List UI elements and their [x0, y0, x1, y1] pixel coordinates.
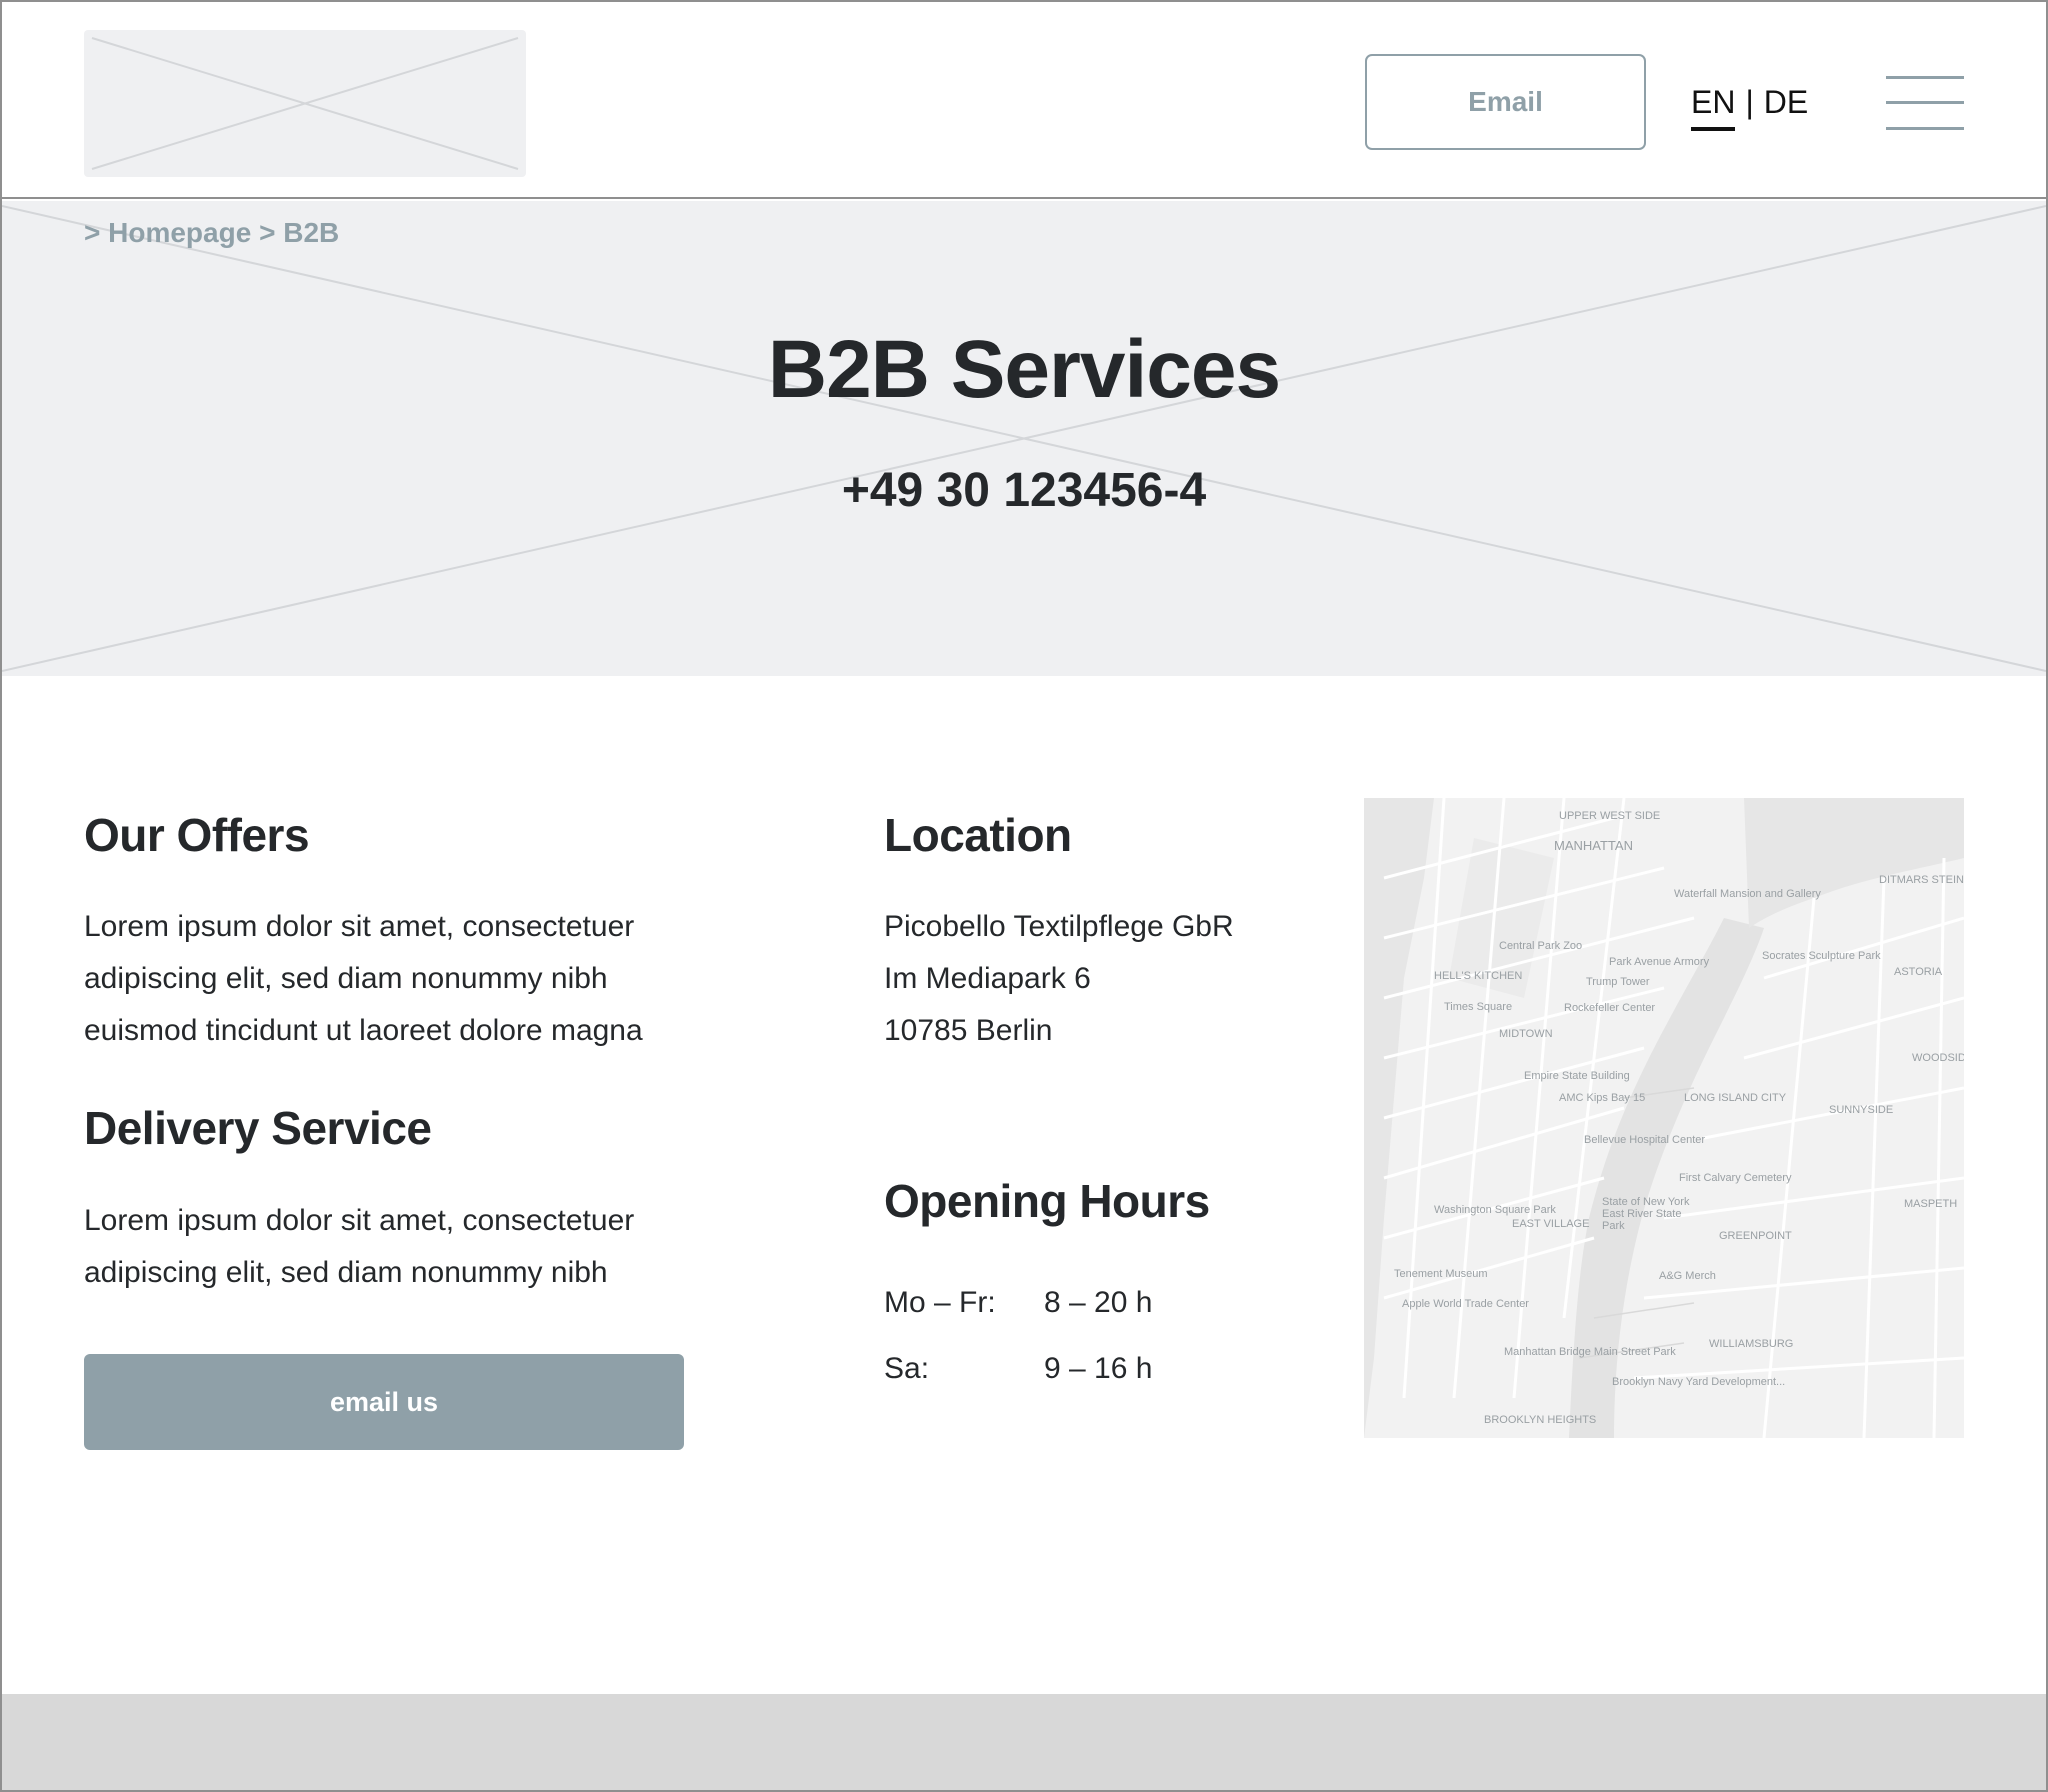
map-label: WOODSIDE	[1912, 1052, 1964, 1064]
delivery-heading: Delivery Service	[84, 1102, 432, 1154]
map-label: Brooklyn Navy Yard Development...	[1612, 1376, 1786, 1388]
offers-heading: Our Offers	[84, 809, 310, 861]
map-label: GREENPOINT	[1719, 1230, 1792, 1242]
map-label: EAST VILLAGE	[1512, 1218, 1590, 1230]
lang-de-link[interactable]: DE	[1764, 84, 1808, 121]
offers-line: euismod tincidunt ut laoreet dolore magn…	[84, 1014, 643, 1047]
address-city: 10785 Berlin	[884, 1014, 1053, 1047]
hero-banner: > Homepage > B2B B2B Services +49 30 123…	[2, 201, 2046, 676]
offers-line: Lorem ipsum dolor sit amet, consectetuer	[84, 910, 635, 943]
breadcrumb-b2b-link[interactable]: B2B	[283, 217, 339, 248]
location-map[interactable]: MANHATTAN UPPER WEST SIDE Waterfall Mans…	[1364, 798, 1964, 1438]
map-label: ASTORIA	[1894, 966, 1943, 978]
hero-image-placeholder	[2, 205, 2046, 672]
map-label: BROOKLYN HEIGHTS	[1484, 1414, 1597, 1426]
map-label: DITMARS STEINWAY	[1879, 874, 1964, 886]
map-label: A&G Merch	[1659, 1270, 1716, 1282]
map-label: State of New York East River State Park	[1602, 1196, 1690, 1232]
logo-placeholder[interactable]	[84, 30, 526, 177]
hours-time-saturday: 9 – 16 h	[1044, 1352, 1153, 1385]
map-label: UPPER WEST SIDE	[1559, 810, 1661, 822]
map-label: MIDTOWN	[1499, 1028, 1553, 1040]
map-label: HELL'S KITCHEN	[1434, 970, 1523, 982]
map-label: Bellevue Hospital Center	[1584, 1134, 1706, 1146]
page-title: B2B Services	[767, 324, 1281, 415]
site-header: Email EN | DE	[2, 2, 2046, 199]
map-label: First Calvary Cemetery	[1679, 1172, 1792, 1184]
map-label: Apple World Trade Center	[1402, 1298, 1529, 1310]
map-label: LONG ISLAND CITY	[1684, 1092, 1787, 1104]
map-label: Park Avenue Armory	[1609, 956, 1710, 968]
lang-separator: |	[1745, 84, 1754, 120]
offers-line: adipiscing elit, sed diam nonummy nibh	[84, 962, 608, 995]
lang-en-link[interactable]: EN	[1691, 84, 1736, 131]
breadcrumb-homepage-link[interactable]: Homepage	[108, 217, 251, 248]
breadcrumb: > Homepage > B2B	[84, 217, 339, 249]
map-label: SUNNYSIDE	[1829, 1104, 1894, 1116]
offers-text: Lorem ipsum dolor sit amet, consectetuer…	[84, 901, 643, 1057]
hours-day-saturday: Sa:	[884, 1352, 930, 1385]
opening-hours-heading: Opening Hours	[884, 1175, 1210, 1227]
map-label: Washington Square Park	[1434, 1204, 1556, 1216]
map-label: Times Square	[1444, 1001, 1513, 1013]
language-switcher: EN | DE	[1691, 84, 1808, 132]
email-button[interactable]: Email	[1365, 54, 1646, 150]
breadcrumb-separator: >	[259, 217, 276, 248]
map-label: MANHATTAN	[1554, 838, 1633, 853]
hours-time-weekdays: 8 – 20 h	[1044, 1286, 1153, 1319]
address-company: Picobello Textilpflege GbR	[884, 910, 1234, 943]
menu-icon[interactable]	[1886, 76, 1964, 132]
map-label: AMC Kips Bay 15	[1559, 1092, 1646, 1104]
delivery-line: adipiscing elit, sed diam nonummy nibh	[84, 1256, 608, 1289]
address-street: Im Mediapark 6	[884, 962, 1091, 995]
map-label: Socrates Sculpture Park	[1762, 950, 1881, 962]
map-label: Tenement Museum	[1394, 1268, 1488, 1280]
map-label: WILLIAMSBURG	[1709, 1338, 1794, 1350]
hours-day-weekdays: Mo – Fr:	[884, 1286, 996, 1319]
phone-number[interactable]: +49 30 123456-4	[2, 463, 2046, 518]
delivery-text: Lorem ipsum dolor sit amet, consectetuer…	[84, 1195, 634, 1299]
map-label: Manhattan Bridge Main Street Park	[1504, 1346, 1676, 1358]
map-label: Rockefeller Center	[1564, 1002, 1656, 1014]
map-label: Central Park Zoo	[1499, 940, 1583, 952]
site-footer	[2, 1694, 2046, 1790]
map-label: Trump Tower	[1586, 976, 1650, 988]
map-label: Waterfall Mansion and Gallery	[1674, 888, 1821, 900]
map-graphic	[1364, 798, 1964, 1438]
location-heading: Location	[884, 809, 1072, 861]
delivery-line: Lorem ipsum dolor sit amet, consectetuer	[84, 1204, 635, 1237]
map-label: Empire State Building	[1524, 1070, 1630, 1082]
email-us-button[interactable]: email us	[84, 1354, 684, 1450]
map-label: MASPETH	[1904, 1198, 1958, 1210]
breadcrumb-separator: >	[84, 217, 101, 248]
